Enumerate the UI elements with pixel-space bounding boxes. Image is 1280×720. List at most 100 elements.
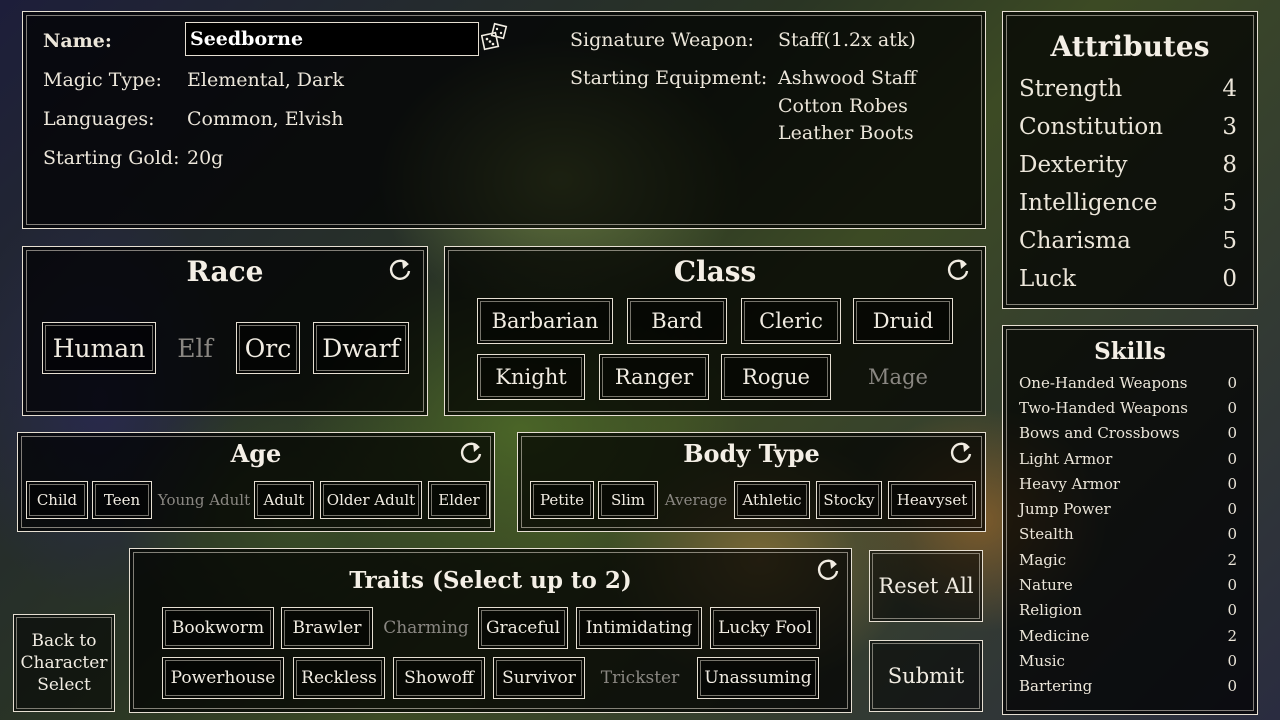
body-option-average[interactable]: Average	[662, 481, 730, 519]
race-reset-icon[interactable]	[387, 257, 413, 283]
body-option-athletic[interactable]: Athletic	[734, 481, 810, 519]
race-option-dwarf[interactable]: Dwarf	[313, 322, 409, 374]
attribute-row: Intelligence 5	[1019, 190, 1237, 216]
trait-option-charming[interactable]: Charming	[380, 607, 472, 649]
age-option-older-adult[interactable]: Older Adult	[320, 481, 422, 519]
magic-type-value: Elemental, Dark	[187, 69, 344, 91]
reset-all-button[interactable]: Reset All	[869, 550, 983, 622]
trait-option-reckless[interactable]: Reckless	[293, 657, 385, 699]
body-option-petite[interactable]: Petite	[530, 481, 594, 519]
skill-value: 2	[1227, 627, 1237, 645]
body-option-stocky[interactable]: Stocky	[816, 481, 882, 519]
name-input[interactable]	[185, 22, 479, 56]
skill-name: Nature	[1019, 576, 1073, 594]
class-reset-icon[interactable]	[945, 257, 971, 283]
skill-name: Stealth	[1019, 525, 1074, 543]
age-option-young-adult[interactable]: Young Adult	[156, 481, 252, 519]
randomize-dice-icon[interactable]	[480, 22, 509, 52]
languages-value: Common, Elvish	[187, 108, 344, 130]
skill-value: 0	[1227, 500, 1237, 518]
age-panel: Age Child Teen Young Adult Adult Older A…	[17, 432, 495, 532]
skill-value: 0	[1227, 677, 1237, 695]
back-to-character-select-button[interactable]: Back to Character Select	[13, 614, 115, 712]
attributes-title: Attributes	[1050, 30, 1210, 63]
skill-name: Jump Power	[1019, 500, 1111, 518]
skill-row: Medicine 2	[1019, 627, 1237, 645]
signature-weapon-value: Staff(1.2x atk)	[778, 29, 916, 51]
body-type-title: Body Type	[683, 439, 820, 468]
race-option-orc[interactable]: Orc	[236, 322, 300, 374]
age-reset-icon[interactable]	[458, 440, 484, 466]
attribute-value: 5	[1222, 190, 1237, 216]
age-option-elder[interactable]: Elder	[428, 481, 490, 519]
body-type-reset-icon[interactable]	[948, 440, 974, 466]
traits-reset-icon[interactable]	[815, 557, 841, 583]
class-option-druid[interactable]: Druid	[853, 298, 953, 344]
info-panel: Name: Magic Type: Elemental, Dark Langua…	[22, 11, 986, 229]
attribute-name: Luck	[1019, 266, 1076, 292]
attributes-panel: Attributes Strength 4 Constitution 3 Dexte…	[1002, 11, 1258, 309]
body-option-heavyset[interactable]: Heavyset	[888, 481, 976, 519]
attribute-name: Charisma	[1019, 228, 1131, 254]
skill-name: Music	[1019, 652, 1065, 670]
skill-name: Light Armor	[1019, 450, 1113, 468]
skill-value: 0	[1227, 450, 1237, 468]
trait-option-unassuming[interactable]: Unassuming	[697, 657, 819, 699]
body-type-panel: Body Type Petite Slim Average Athletic S…	[517, 432, 986, 532]
skill-value: 0	[1227, 576, 1237, 594]
class-option-bard[interactable]: Bard	[627, 298, 727, 344]
attribute-value: 4	[1222, 76, 1237, 102]
skill-row: Religion 0	[1019, 601, 1237, 619]
race-option-elf[interactable]: Elf	[164, 322, 226, 374]
body-option-slim[interactable]: Slim	[598, 481, 658, 519]
trait-option-intimidating[interactable]: Intimidating	[576, 607, 702, 649]
skill-row: Light Armor 0	[1019, 450, 1237, 468]
skill-name: Bartering	[1019, 677, 1093, 695]
class-option-barbarian[interactable]: Barbarian	[477, 298, 613, 344]
class-title: Class	[673, 255, 757, 288]
age-option-teen[interactable]: Teen	[92, 481, 152, 519]
traits-panel: Traits (Select up to 2) Bookworm Brawler…	[129, 548, 852, 713]
skill-name: Two-Handed Weapons	[1019, 399, 1188, 417]
class-option-mage[interactable]: Mage	[853, 354, 943, 400]
skill-row: Bows and Crossbows 0	[1019, 424, 1237, 442]
race-panel: Race Human Elf Orc Dwarf	[22, 246, 428, 416]
trait-option-powerhouse[interactable]: Powerhouse	[162, 657, 284, 699]
trait-option-showoff[interactable]: Showoff	[393, 657, 485, 699]
submit-button[interactable]: Submit	[869, 640, 983, 712]
attribute-row: Constitution 3	[1019, 114, 1237, 140]
skill-value: 0	[1227, 601, 1237, 619]
skill-row: Music 0	[1019, 652, 1237, 670]
class-panel: Class Barbarian Bard Cleric Druid Knight…	[444, 246, 986, 416]
trait-option-bookworm[interactable]: Bookworm	[162, 607, 274, 649]
skills-title: Skills	[1094, 338, 1166, 365]
attribute-row: Strength 4	[1019, 76, 1237, 102]
skill-row: Magic 2	[1019, 551, 1237, 569]
skill-row: Two-Handed Weapons 0	[1019, 399, 1237, 417]
trait-option-brawler[interactable]: Brawler	[281, 607, 373, 649]
class-option-ranger[interactable]: Ranger	[599, 354, 709, 400]
skill-row: Jump Power 0	[1019, 500, 1237, 518]
skill-row: One-Handed Weapons 0	[1019, 374, 1237, 392]
skill-value: 0	[1227, 525, 1237, 543]
age-option-child[interactable]: Child	[26, 481, 88, 519]
trait-option-graceful[interactable]: Graceful	[478, 607, 568, 649]
equipment-item: Cotton Robes	[778, 95, 908, 117]
trait-option-lucky-fool[interactable]: Lucky Fool	[710, 607, 820, 649]
starting-gold-label: Starting Gold:	[43, 147, 180, 169]
age-option-adult[interactable]: Adult	[254, 481, 314, 519]
attribute-value: 5	[1222, 228, 1237, 254]
equipment-item: Ashwood Staff	[778, 67, 917, 89]
trait-option-trickster[interactable]: Trickster	[592, 657, 688, 699]
age-title: Age	[230, 439, 282, 468]
attribute-row: Luck 0	[1019, 266, 1237, 292]
race-option-human[interactable]: Human	[42, 322, 156, 374]
attribute-value: 8	[1222, 152, 1237, 178]
skill-row: Bartering 0	[1019, 677, 1237, 695]
class-option-rogue[interactable]: Rogue	[721, 354, 831, 400]
class-option-cleric[interactable]: Cleric	[741, 298, 841, 344]
class-option-knight[interactable]: Knight	[477, 354, 585, 400]
starting-equipment-label: Starting Equipment:	[570, 67, 768, 89]
skill-value: 0	[1227, 475, 1237, 493]
trait-option-survivor[interactable]: Survivor	[493, 657, 585, 699]
